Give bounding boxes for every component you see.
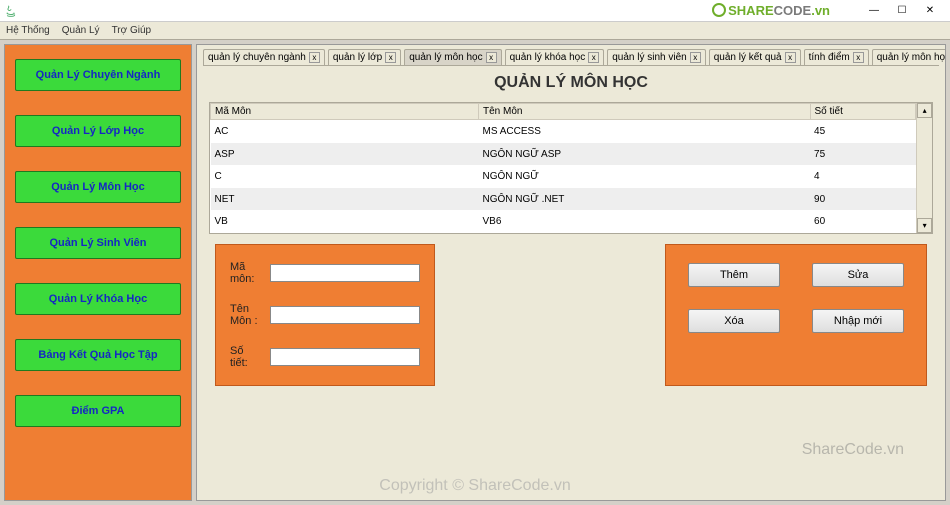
tab-body: QUẢN LÝ MÔN HỌC Mã MônTên MônSố tiết ACM… [203, 65, 939, 494]
tab-label: quản lý khóa học [510, 52, 586, 63]
edit-button[interactable]: Sửa [812, 263, 904, 287]
table-row[interactable]: VBVB660 [211, 210, 916, 233]
table-row[interactable]: ACMS ACCESS45 [211, 120, 916, 143]
table-cell: 75 [810, 143, 916, 166]
tab-label: quản lý chuyên ngành [208, 52, 306, 63]
table-cell: MS ACCESS [479, 120, 811, 143]
tab-close-icon[interactable]: x [588, 52, 599, 63]
delete-button[interactable]: Xóa [688, 309, 780, 333]
nav-ket-qua[interactable]: Bảng Kết Quả Học Tập [15, 339, 181, 371]
tab-7[interactable]: quản lý môn học [872, 49, 946, 65]
tab-label: quản lý môn học [409, 52, 482, 63]
menubar: Hệ Thống Quản Lý Trợ Giúp [0, 22, 950, 40]
new-button[interactable]: Nhập mới [812, 309, 904, 333]
menu-help[interactable]: Trợ Giúp [112, 25, 152, 36]
menu-manage[interactable]: Quản Lý [62, 25, 100, 36]
table-row[interactable]: NETNGÔN NGỮ .NET90 [211, 188, 916, 211]
tab-2[interactable]: quản lý môn học x [404, 49, 501, 65]
scroll-up-icon[interactable]: ▴ [917, 103, 932, 118]
label-so-tiet: Số tiết: [230, 345, 264, 369]
tab-close-icon[interactable]: x [385, 52, 396, 63]
tab-label: quản lý lớp [333, 52, 382, 63]
nav-khoa-hoc[interactable]: Quản Lý Khóa Học [15, 283, 181, 315]
form-actions-panel: Thêm Sửa Xóa Nhập mới [665, 244, 927, 386]
close-button[interactable]: ✕ [916, 2, 944, 20]
tab-5[interactable]: quản lý kết quảx [709, 49, 801, 65]
input-ma-mon[interactable] [270, 264, 420, 282]
input-so-tiet[interactable] [270, 348, 420, 366]
titlebar: SHARECODE.vn — ☐ ✕ [0, 0, 950, 22]
nav-lop-hoc[interactable]: Quản Lý Lớp Học [15, 115, 181, 147]
label-ten-mon: Tên Môn : [230, 303, 264, 327]
table-cell: VB [211, 210, 479, 233]
sidebar: Quản Lý Chuyên Ngành Quản Lý Lớp Học Quả… [4, 44, 192, 501]
table-cell: NGÔN NGỮ ASP [479, 143, 811, 166]
tabstrip: quản lý chuyên ngànhxquản lý lớpxquản lý… [197, 45, 945, 65]
label-ma-mon: Mã môn: [230, 261, 264, 285]
watermark-brand: ShareCode.vn [802, 441, 904, 459]
col-header[interactable]: Số tiết [810, 104, 916, 120]
tab-3[interactable]: quản lý khóa họcx [505, 49, 605, 65]
nav-mon-hoc[interactable]: Quản Lý Môn Học [15, 171, 181, 203]
table-cell: 60 [810, 210, 916, 233]
tab-4[interactable]: quản lý sinh viênx [607, 49, 706, 65]
table-cell: 4 [810, 165, 916, 188]
tab-6[interactable]: tính điểmx [804, 49, 869, 65]
watermark-copyright: Copyright © ShareCode.vn [379, 477, 570, 495]
tab-close-icon[interactable]: x [309, 52, 320, 63]
table-cell: C [211, 165, 479, 188]
table-cell: AC [211, 120, 479, 143]
col-header[interactable]: Tên Môn [479, 104, 811, 120]
subject-table-wrap: Mã MônTên MônSố tiết ACMS ACCESS45ASPNGÔ… [209, 102, 933, 234]
minimize-button[interactable]: — [860, 2, 888, 20]
maximize-button[interactable]: ☐ [888, 2, 916, 20]
table-cell: NGÔN NGỮ [479, 165, 811, 188]
page-title: QUẢN LÝ MÔN HỌC [209, 72, 933, 96]
java-app-icon [4, 4, 18, 18]
tab-0[interactable]: quản lý chuyên ngànhx [203, 49, 325, 65]
table-cell: ASP [211, 143, 479, 166]
table-cell: VB6 [479, 210, 811, 233]
table-scrollbar[interactable]: ▴ ▾ [916, 103, 932, 233]
tab-close-icon[interactable]: x [690, 52, 701, 63]
subject-table[interactable]: Mã MônTên MônSố tiết ACMS ACCESS45ASPNGÔ… [210, 103, 916, 233]
table-cell: NET [211, 188, 479, 211]
table-row[interactable]: ASPNGÔN NGỮ ASP75 [211, 143, 916, 166]
menu-system[interactable]: Hệ Thống [6, 25, 50, 36]
nav-chuyen-nganh[interactable]: Quản Lý Chuyên Ngành [15, 59, 181, 91]
window-controls: — ☐ ✕ [860, 2, 944, 20]
tab-label: quản lý kết quả [714, 52, 782, 63]
col-header[interactable]: Mã Môn [211, 104, 479, 120]
tab-close-icon[interactable]: x [486, 52, 497, 63]
table-cell: NGÔN NGỮ .NET [479, 188, 811, 211]
sharecode-logo: SHARECODE.vn [712, 1, 830, 18]
tab-label: quản lý sinh viên [612, 52, 687, 63]
add-button[interactable]: Thêm [688, 263, 780, 287]
tab-close-icon[interactable]: x [785, 52, 796, 63]
form-inputs-panel: Mã môn: Tên Môn : Số tiết: [215, 244, 435, 386]
tab-label: quản lý môn học [877, 52, 946, 63]
content-area: quản lý chuyên ngànhxquản lý lớpxquản lý… [196, 44, 946, 501]
tab-label: tính điểm [809, 52, 850, 63]
table-cell: 90 [810, 188, 916, 211]
input-ten-mon[interactable] [270, 306, 420, 324]
tab-close-icon[interactable]: x [853, 52, 864, 63]
scroll-down-icon[interactable]: ▾ [917, 218, 932, 233]
nav-sinh-vien[interactable]: Quản Lý Sinh Viên [15, 227, 181, 259]
table-row[interactable]: CNGÔN NGỮ4 [211, 165, 916, 188]
nav-gpa[interactable]: Điểm GPA [15, 395, 181, 427]
table-cell: 45 [810, 120, 916, 143]
tab-1[interactable]: quản lý lớpx [328, 49, 401, 65]
